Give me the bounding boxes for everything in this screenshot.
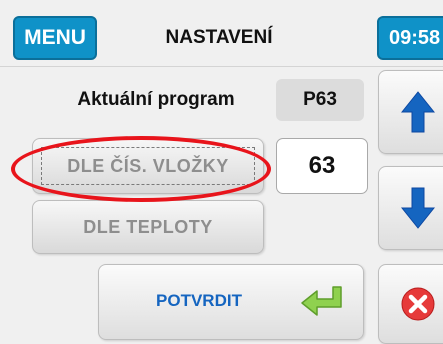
decrement-button[interactable]: [378, 166, 443, 250]
page-title: NASTAVENÍ: [165, 27, 273, 48]
increment-button[interactable]: [378, 70, 443, 154]
current-program-label: Aktuální program: [77, 89, 235, 110]
by-insert-number-button[interactable]: DLE ČÍS. VLOŽKY: [32, 138, 264, 194]
header-divider: [0, 66, 443, 67]
by-temperature-label: DLE TEPLOTY: [83, 216, 213, 237]
confirm-label: POTVRDIT: [156, 291, 242, 310]
menu-button[interactable]: MENU: [13, 16, 97, 60]
insert-number-field[interactable]: 63: [276, 138, 368, 194]
by-temperature-button[interactable]: DLE TEPLOTY: [32, 200, 264, 254]
clock-display: 09:58: [377, 16, 443, 60]
up-arrow-icon: [401, 91, 435, 133]
down-arrow-icon: [401, 187, 435, 229]
return-arrow-icon: [301, 286, 342, 316]
focus-outline: [41, 147, 255, 185]
confirm-button[interactable]: POTVRDIT: [98, 264, 364, 340]
close-icon: [401, 287, 435, 321]
cancel-button[interactable]: [378, 264, 443, 344]
current-program-value: P63: [276, 79, 364, 121]
